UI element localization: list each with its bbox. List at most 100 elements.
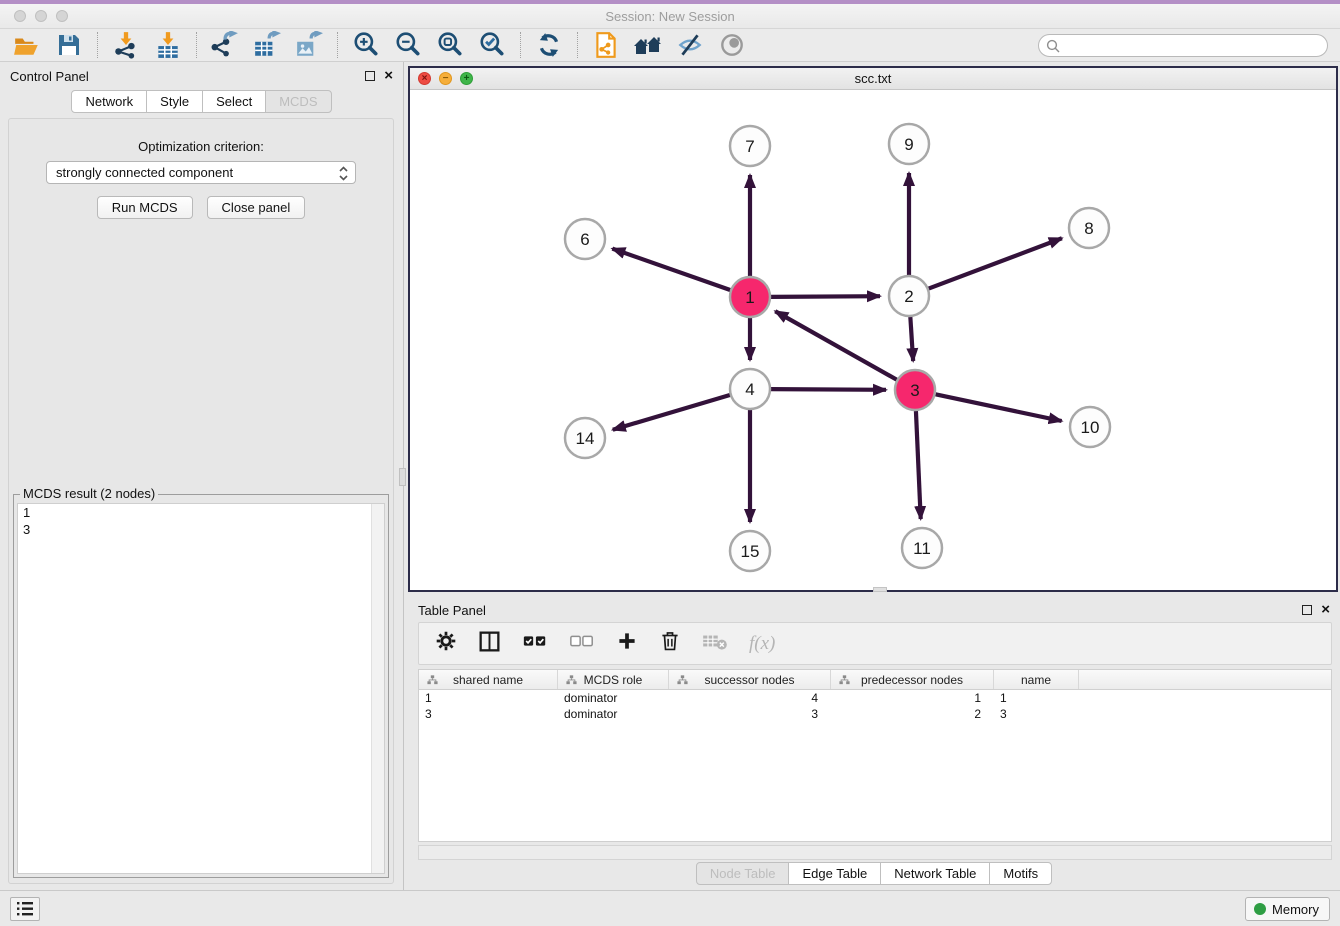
edge-2-3[interactable]	[910, 317, 913, 361]
zoom-selected-button[interactable]	[471, 30, 513, 60]
run-mcds-button[interactable]: Run MCDS	[97, 196, 193, 219]
toolbar-separator	[196, 32, 197, 58]
hide-panel-button[interactable]	[669, 30, 711, 60]
close-panel-button[interactable]: Close panel	[207, 196, 306, 219]
home-button[interactable]	[627, 30, 669, 60]
cell-successor-nodes: 4	[669, 690, 831, 706]
node-11[interactable]: 11	[902, 528, 942, 568]
node-label: 1	[745, 288, 754, 307]
edge-3-10[interactable]	[936, 394, 1062, 421]
search-input[interactable]	[1065, 37, 1327, 55]
import-table-button[interactable]	[147, 30, 189, 60]
node-2[interactable]: 2	[889, 276, 929, 316]
node-10[interactable]: 10	[1070, 407, 1110, 447]
function-builder-button[interactable]: f(x)	[749, 633, 775, 655]
delete-column-button[interactable]	[659, 630, 681, 657]
export-image-button[interactable]	[288, 30, 330, 60]
float-table-panel-icon[interactable]	[1302, 605, 1312, 615]
tab-style[interactable]: Style	[146, 90, 203, 113]
mcds-result-list[interactable]: 13	[17, 503, 385, 874]
zoom-out-button[interactable]	[387, 30, 429, 60]
edge-3-11[interactable]	[916, 411, 921, 519]
column-header-successor-nodes[interactable]: successor nodes	[669, 670, 831, 689]
app-titlebar: Session: New Session	[0, 4, 1340, 29]
network-window-grip[interactable]	[873, 587, 887, 592]
panel-divider-grip[interactable]	[399, 468, 406, 486]
result-scrollbar[interactable]	[371, 504, 384, 873]
node-9[interactable]: 9	[889, 124, 929, 164]
tab-select[interactable]: Select	[202, 90, 266, 113]
network-canvas[interactable]: 7 9 6 8 1 2 4 3 14 10 15 11	[410, 90, 1336, 590]
save-session-button[interactable]	[48, 30, 90, 60]
edge-3-1[interactable]	[775, 311, 896, 379]
close-panel-icon[interactable]: ×	[384, 71, 393, 81]
network-window-titlebar[interactable]: scc.txt × − +	[410, 68, 1336, 90]
table-tab-node-table[interactable]: Node Table	[696, 862, 790, 885]
control-panel-tabbar: NetworkStyleSelectMCDS	[0, 90, 403, 113]
task-history-button[interactable]	[10, 897, 40, 921]
open-session-button[interactable]	[6, 30, 48, 60]
show-columns-button[interactable]	[478, 630, 501, 658]
delete-table-button[interactable]	[702, 631, 728, 656]
column-header-name[interactable]: name	[994, 670, 1079, 689]
float-panel-icon[interactable]	[365, 71, 375, 81]
deselect-all-button[interactable]	[569, 630, 595, 657]
hierarchy-icon	[677, 675, 688, 685]
node-1[interactable]: 1	[730, 277, 770, 317]
refresh-button[interactable]	[528, 30, 570, 60]
edge-4-3[interactable]	[771, 389, 886, 390]
edge-2-8[interactable]	[929, 238, 1062, 288]
select-all-button[interactable]	[522, 630, 548, 657]
column-header-shared-name[interactable]: shared name	[419, 670, 558, 689]
optimization-selected-value: strongly connected component	[56, 165, 233, 180]
node-label: 11	[913, 539, 931, 558]
eye-slash-icon	[676, 31, 704, 59]
open-network-file-button[interactable]	[585, 30, 627, 60]
network-close-button[interactable]: ×	[418, 72, 431, 85]
node-6[interactable]: 6	[565, 219, 605, 259]
table-row[interactable]: 1dominator411	[419, 690, 1331, 706]
table-header-row: shared nameMCDS rolesuccessor nodesprede…	[419, 670, 1331, 690]
table-row[interactable]: 3dominator323	[419, 706, 1331, 722]
export-network-icon	[211, 31, 239, 59]
network-maximize-button[interactable]: +	[460, 72, 473, 85]
tab-network[interactable]: Network	[71, 90, 147, 113]
network-graph[interactable]: 7 9 6 8 1 2 4 3 14 10 15 11	[410, 90, 1336, 590]
search-field[interactable]	[1038, 34, 1328, 57]
add-column-button[interactable]	[616, 630, 638, 657]
zoom-fit-button[interactable]	[429, 30, 471, 60]
node-14[interactable]: 14	[565, 418, 605, 458]
edge-4-14[interactable]	[613, 395, 730, 430]
column-header-predecessor-nodes[interactable]: predecessor nodes	[831, 670, 994, 689]
show-panel-button[interactable]	[711, 30, 753, 60]
cell-shared-name: 3	[419, 706, 558, 722]
close-table-panel-icon[interactable]: ×	[1321, 605, 1330, 615]
node-7[interactable]: 7	[730, 126, 770, 166]
table-tab-network-table[interactable]: Network Table	[880, 862, 990, 885]
network-minimize-button[interactable]: −	[439, 72, 452, 85]
zoom-in-button[interactable]	[345, 30, 387, 60]
edge-1-2[interactable]	[771, 296, 880, 297]
toolbar-separator	[337, 32, 338, 58]
node-3[interactable]: 3	[895, 370, 935, 410]
memory-button[interactable]: Memory	[1245, 897, 1330, 921]
optimization-select[interactable]: strongly connected component	[46, 161, 356, 184]
node-15[interactable]: 15	[730, 531, 770, 571]
memory-status-dot	[1254, 903, 1266, 915]
column-header-MCDS-role[interactable]: MCDS role	[558, 670, 669, 689]
import-network-button[interactable]	[105, 30, 147, 60]
node-4[interactable]: 4	[730, 369, 770, 409]
export-table-button[interactable]	[246, 30, 288, 60]
table-tab-edge-table[interactable]: Edge Table	[788, 862, 881, 885]
zoom-out-icon	[394, 31, 422, 59]
tab-mcds[interactable]: MCDS	[265, 90, 331, 113]
table-settings-button[interactable]	[435, 630, 457, 657]
node-8[interactable]: 8	[1069, 208, 1109, 248]
control-panel: Control Panel × NetworkStyleSelectMCDS O…	[0, 62, 404, 890]
table-hscrollbar[interactable]	[418, 845, 1332, 860]
export-network-button[interactable]	[204, 30, 246, 60]
select-all-icon	[522, 630, 548, 652]
edge-1-6[interactable]	[612, 249, 730, 290]
table-tab-motifs[interactable]: Motifs	[989, 862, 1052, 885]
table-panel-title: Table Panel	[418, 603, 486, 618]
